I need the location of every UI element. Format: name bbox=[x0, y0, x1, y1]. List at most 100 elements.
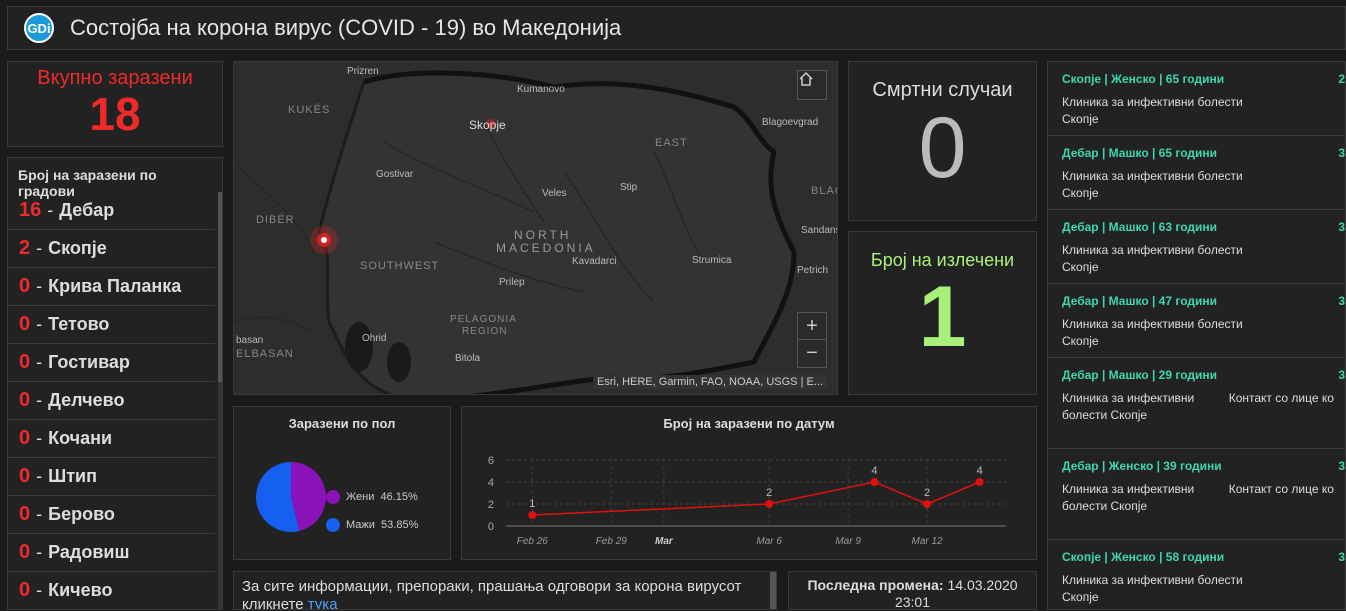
date-point[interactable] bbox=[765, 500, 774, 508]
map-zoom-control: + − bbox=[797, 312, 827, 368]
gender-chart-panel: Заразени по пол Жени 46.15% Мажи 53.85% bbox=[233, 406, 451, 560]
city-name: Радовиш bbox=[48, 542, 130, 562]
city-name: Кочани bbox=[48, 428, 113, 448]
legend-men[interactable]: Мажи 53.85% bbox=[326, 518, 418, 532]
case-title: Скопје | Женско | 65 години bbox=[1062, 72, 1225, 86]
case-contact bbox=[1262, 168, 1345, 202]
case-hospital: Клиника за инфективни болести Скопје bbox=[1062, 169, 1243, 200]
city-row[interactable]: 0- Тетово bbox=[8, 306, 215, 344]
city-separator: - bbox=[36, 466, 43, 486]
city-count: 16 bbox=[19, 199, 42, 221]
map-region-blag: BLAG bbox=[811, 185, 837, 197]
map-label-blagoevgrad: Blagoevgrad bbox=[762, 117, 819, 128]
city-row[interactable]: 0- Штип bbox=[8, 458, 215, 496]
case-title: Дебар | Машко | 47 години bbox=[1062, 294, 1217, 308]
map-attribution[interactable]: Esri, HERE, Garmin, FAO, NOAA, USGS | E.… bbox=[593, 375, 827, 389]
date-point[interactable] bbox=[923, 500, 932, 508]
home-icon bbox=[799, 71, 813, 86]
case-item[interactable]: Скопје | Женско | 58 години 3 Клиника за… bbox=[1048, 540, 1345, 609]
city-name: Дебар bbox=[59, 200, 115, 220]
cities-scrollbar[interactable] bbox=[218, 192, 222, 609]
date-point[interactable] bbox=[528, 511, 537, 519]
city-count: 0 bbox=[19, 465, 31, 487]
recovered-label: Број на излечени bbox=[870, 250, 1015, 270]
map-panel[interactable]: Prizren Kumanovo Skopje Blagoevgrad Gost… bbox=[233, 61, 838, 395]
info-scrollbar[interactable] bbox=[770, 572, 776, 609]
deaths-label: Смртни случаи bbox=[872, 79, 1013, 101]
map-label-sandanski: Sandanski bbox=[801, 225, 837, 236]
map-label-ohrid: Ohrid bbox=[362, 333, 387, 344]
case-item[interactable]: Дебар | Машко | 63 години 3 Клиника за и… bbox=[1048, 210, 1345, 284]
case-contact bbox=[1262, 242, 1345, 276]
case-number: 3 bbox=[1338, 220, 1345, 234]
map-region-east: EAST bbox=[655, 137, 688, 149]
city-count: 0 bbox=[19, 541, 31, 563]
city-row[interactable]: 0- Кочани bbox=[8, 420, 215, 458]
city-separator: - bbox=[36, 238, 43, 258]
date-point-label: 1 bbox=[529, 498, 535, 510]
legend-women-name: Жени bbox=[346, 491, 375, 503]
city-name: Крива Паланка bbox=[48, 276, 182, 296]
city-separator: - bbox=[36, 428, 43, 448]
total-infected-label: Вкупно заразени bbox=[37, 67, 193, 89]
date-point-label: 4 bbox=[871, 465, 877, 477]
city-row[interactable]: 0- Гостивар bbox=[8, 344, 215, 382]
city-separator: - bbox=[36, 504, 43, 524]
map-label-prizren: Prizren bbox=[347, 66, 379, 77]
date-point-label: 2 bbox=[924, 487, 930, 499]
city-separator: - bbox=[36, 314, 43, 334]
date-point[interactable] bbox=[975, 478, 984, 486]
case-item[interactable]: Дебар | Машко | 29 години 3 Клиника за и… bbox=[1048, 358, 1345, 449]
map-region-diber: DIBËR bbox=[256, 214, 295, 226]
legend-men-name: Мажи bbox=[346, 519, 375, 531]
date-point[interactable] bbox=[870, 478, 879, 486]
map-label-skopje: Skopje bbox=[469, 118, 506, 132]
dashboard-header: GDi Состојба на корона вирус (COVID - 19… bbox=[7, 6, 1346, 50]
cities-scrollbar-thumb[interactable] bbox=[218, 192, 222, 382]
case-item[interactable]: Скопје | Женско | 65 години 2 Клиника за… bbox=[1048, 62, 1345, 136]
city-name: Берово bbox=[48, 504, 115, 524]
map-home-button[interactable] bbox=[797, 70, 827, 100]
city-count: 0 bbox=[19, 275, 31, 297]
x-tick-label: Feb 29 bbox=[596, 536, 628, 547]
city-name: Тетово bbox=[48, 314, 110, 334]
case-contact bbox=[1262, 572, 1345, 606]
city-row[interactable]: 2- Скопје bbox=[8, 230, 215, 268]
x-tick-label: Mar 9 bbox=[835, 536, 861, 547]
case-contact: Контакт со лице ко bbox=[1228, 391, 1334, 405]
map-label-kumanovo: Kumanovo bbox=[517, 84, 565, 95]
case-hospital: Клиника за инфективни болести Скопје bbox=[1062, 243, 1243, 274]
cities-panel: Број на заразени по градови 16- Дебар 2- Ск… bbox=[7, 157, 223, 610]
city-row[interactable]: 0- Крива Паланка bbox=[8, 268, 215, 306]
case-title: Дебар | Машко | 65 години bbox=[1062, 146, 1217, 160]
city-row[interactable]: 0- Берово bbox=[8, 496, 215, 534]
case-item[interactable]: Дебар | Машко | 47 години 3 Клиника за и… bbox=[1048, 284, 1345, 358]
city-row[interactable]: 16- Дебар bbox=[8, 192, 215, 230]
legend-men-pct: 53.85% bbox=[381, 519, 419, 531]
zoom-out-button[interactable]: − bbox=[798, 340, 826, 367]
city-row[interactable]: 0- Кичево bbox=[8, 572, 215, 609]
page-title: Состојба на корона вирус (COVID - 19) во… bbox=[70, 15, 622, 40]
city-count: 0 bbox=[19, 351, 31, 373]
city-separator: - bbox=[47, 200, 54, 220]
info-link[interactable]: тука bbox=[308, 596, 338, 609]
legend-women[interactable]: Жени 46.15% bbox=[326, 490, 418, 504]
gender-pie-chart bbox=[256, 462, 327, 532]
case-number: 3 bbox=[1338, 459, 1345, 473]
map-label-stip: Stip bbox=[620, 182, 638, 193]
map-region-southwest: SOUTHWEST bbox=[360, 260, 440, 272]
last-update-time: 23:01 bbox=[894, 594, 931, 610]
x-tick-label: Mar 6 bbox=[756, 536, 782, 547]
case-item[interactable]: Дебар | Машко | 65 години 3 Клиника за и… bbox=[1048, 136, 1345, 210]
zoom-in-button[interactable]: + bbox=[798, 313, 826, 340]
last-update-panel: Последна промена: 14.03.2020 23:01 bbox=[788, 571, 1037, 610]
case-contact: Контакт со лице ко bbox=[1228, 482, 1334, 496]
case-title: Дебар | Машко | 63 години bbox=[1062, 220, 1217, 234]
city-row[interactable]: 0- Делчево bbox=[8, 382, 215, 420]
city-row[interactable]: 0- Радовиш bbox=[8, 534, 215, 572]
case-item[interactable]: Дебар | Женско | 39 години 3 Клиника за … bbox=[1048, 449, 1345, 540]
case-hospital: Клиника за инфективни болести Скопје bbox=[1062, 317, 1243, 348]
total-infected-panel: Вкупно заразени 18 bbox=[7, 61, 223, 147]
recovered-value: 1 bbox=[918, 269, 967, 365]
city-name: Гостивар bbox=[48, 352, 130, 372]
